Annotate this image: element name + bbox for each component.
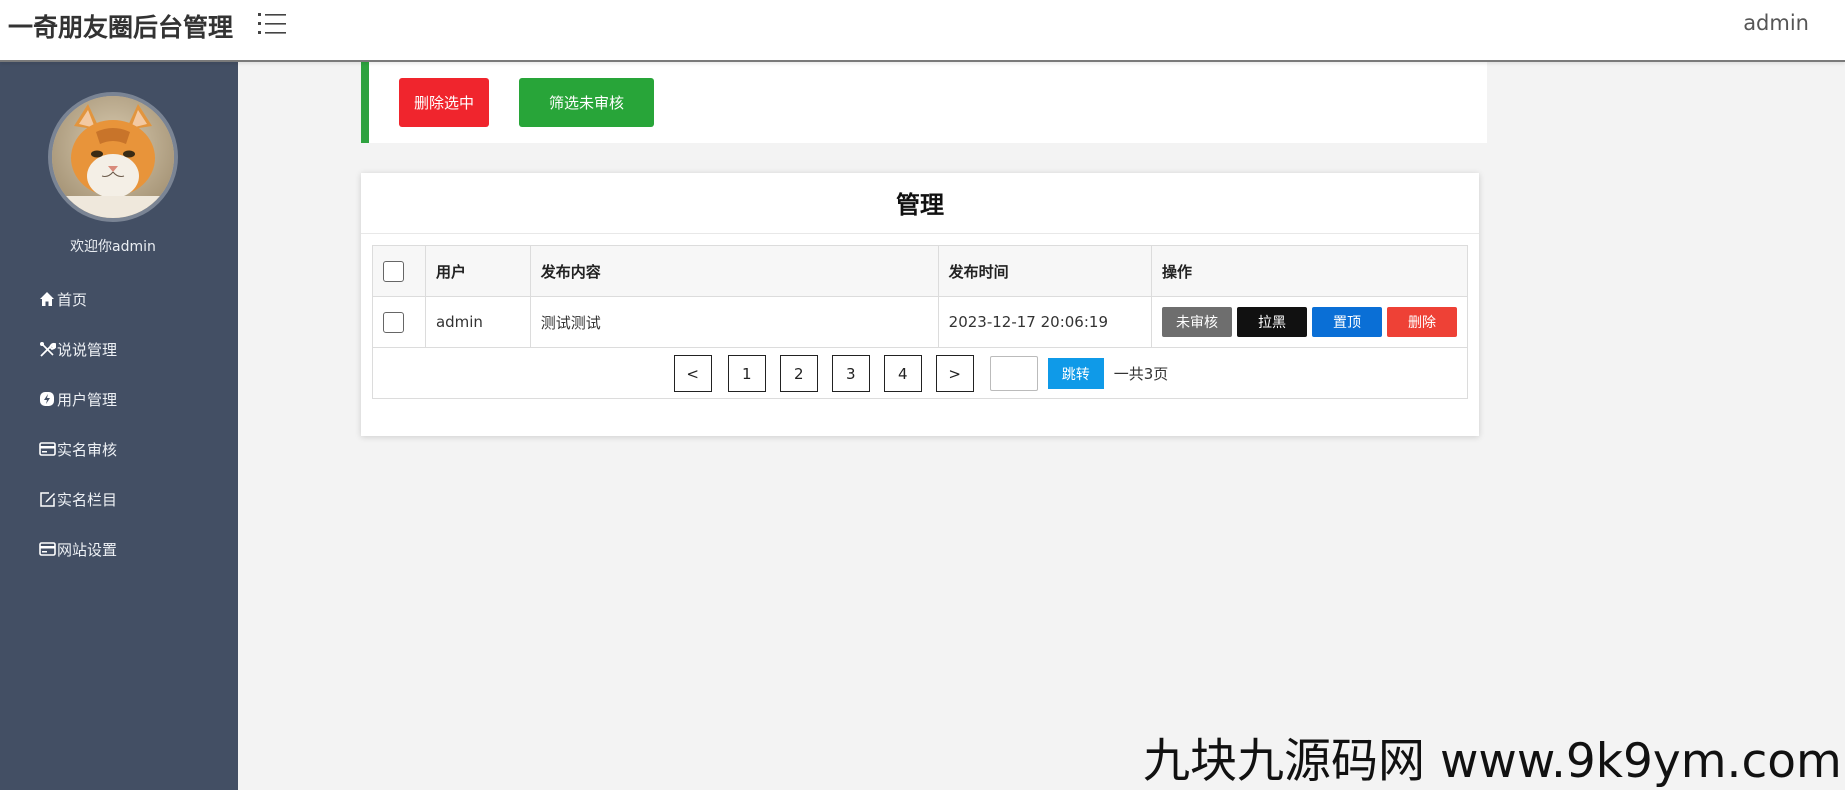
list-menu-icon[interactable]	[258, 11, 288, 37]
total-pages-text: 一共3页	[1113, 365, 1169, 383]
sidebar-item-users[interactable]: 用户管理	[0, 374, 238, 424]
window-icon	[38, 540, 56, 558]
table-header-row: 用户 发布内容 发布时间 操作	[372, 245, 1469, 297]
sidebar-item-label: 用户管理	[57, 390, 118, 409]
welcome-text: 欢迎你admin	[70, 239, 156, 255]
column-header-actions: 操作	[1150, 245, 1469, 297]
sidebar-item-settings[interactable]: 网站设置	[0, 524, 238, 574]
table-row: admin 测试测试 2023-12-17 20:06:19 未审核 拉黑 置顶…	[372, 296, 1469, 348]
column-header-time: 发布时间	[937, 245, 1152, 297]
next-page-button[interactable]: >	[935, 355, 974, 392]
posts-table: 用户 发布内容 发布时间 操作 admin 测试测试 2023-12-17 20…	[372, 245, 1469, 348]
pagination-row: < 1 2 3 4 > 跳转 一共3页	[372, 348, 1468, 399]
sidebar-item-label: 实名审核	[57, 440, 118, 459]
select-all-checkbox[interactable]	[383, 260, 404, 282]
edit-icon	[38, 490, 56, 508]
column-header-content: 发布内容	[529, 245, 939, 297]
page-3-button[interactable]: 3	[831, 355, 870, 392]
home-icon	[38, 290, 56, 308]
page-jump-input[interactable]	[989, 356, 1038, 391]
column-header-user: 用户	[424, 245, 531, 297]
card-icon	[38, 440, 56, 458]
sidebar-item-posts[interactable]: 说说管理	[0, 324, 238, 374]
brand-title: 一奇朋友圈后台管理	[8, 13, 234, 42]
divider	[361, 233, 1479, 234]
avatar	[48, 92, 178, 222]
pin-top-button[interactable]: 置顶	[1311, 307, 1382, 337]
delete-selected-button[interactable]: 删除选中	[399, 78, 489, 127]
block-button[interactable]: 拉黑	[1236, 307, 1307, 337]
header-select-cell	[372, 245, 426, 297]
pagination: < 1 2 3 4 > 跳转 一共3页	[373, 348, 1469, 399]
filter-unreviewed-button[interactable]: 筛选未审核	[519, 78, 654, 127]
watermark-text: 九块九源码网 www.9k9ym.com	[1143, 734, 1842, 789]
sidebar-item-label: 说说管理	[57, 340, 118, 359]
sidebar-item-label: 网站设置	[57, 540, 118, 559]
cell-actions: 未审核 拉黑 置顶 删除	[1150, 296, 1469, 348]
page-4-button[interactable]: 4	[883, 355, 922, 392]
tools-icon	[38, 340, 56, 358]
sidebar: 欢迎你admin 首页 说说管理 用户管理 实名审核 实名栏目 网站设置	[0, 62, 238, 790]
page-title: 管理	[896, 191, 944, 219]
page-1-button[interactable]: 1	[727, 355, 766, 392]
lightning-circle-icon	[38, 390, 56, 408]
page-2-button[interactable]: 2	[779, 355, 818, 392]
sidebar-item-home[interactable]: 首页	[0, 274, 238, 324]
cell-content: 测试测试	[529, 296, 939, 348]
cell-time: 2023-12-17 20:06:19	[937, 296, 1152, 348]
sidebar-item-verification[interactable]: 实名审核	[0, 424, 238, 474]
sidebar-item-label: 首页	[57, 290, 88, 309]
row-select-cell	[372, 296, 426, 348]
sidebar-item-label: 实名栏目	[57, 490, 118, 509]
action-panel: 删除选中 筛选未审核	[361, 62, 1487, 143]
unaudited-button[interactable]: 未审核	[1161, 307, 1232, 337]
delete-button[interactable]: 删除	[1386, 307, 1457, 337]
row-actions: 未审核 拉黑 置顶 删除	[1161, 307, 1457, 337]
management-card: 管理 用户 发布内容 发布时间 操作 admin 测试测试 2023-12-17…	[361, 173, 1479, 436]
top-header: 一奇朋友圈后台管理 admin	[0, 0, 1845, 62]
sidebar-nav: 首页 说说管理 用户管理 实名审核 实名栏目 网站设置	[0, 274, 238, 574]
prev-page-button[interactable]: <	[673, 355, 712, 392]
sidebar-item-columns[interactable]: 实名栏目	[0, 474, 238, 524]
user-menu[interactable]: admin	[1743, 11, 1809, 35]
row-checkbox[interactable]	[383, 311, 404, 333]
cell-user: admin	[424, 296, 531, 348]
jump-button[interactable]: 跳转	[1047, 358, 1104, 389]
